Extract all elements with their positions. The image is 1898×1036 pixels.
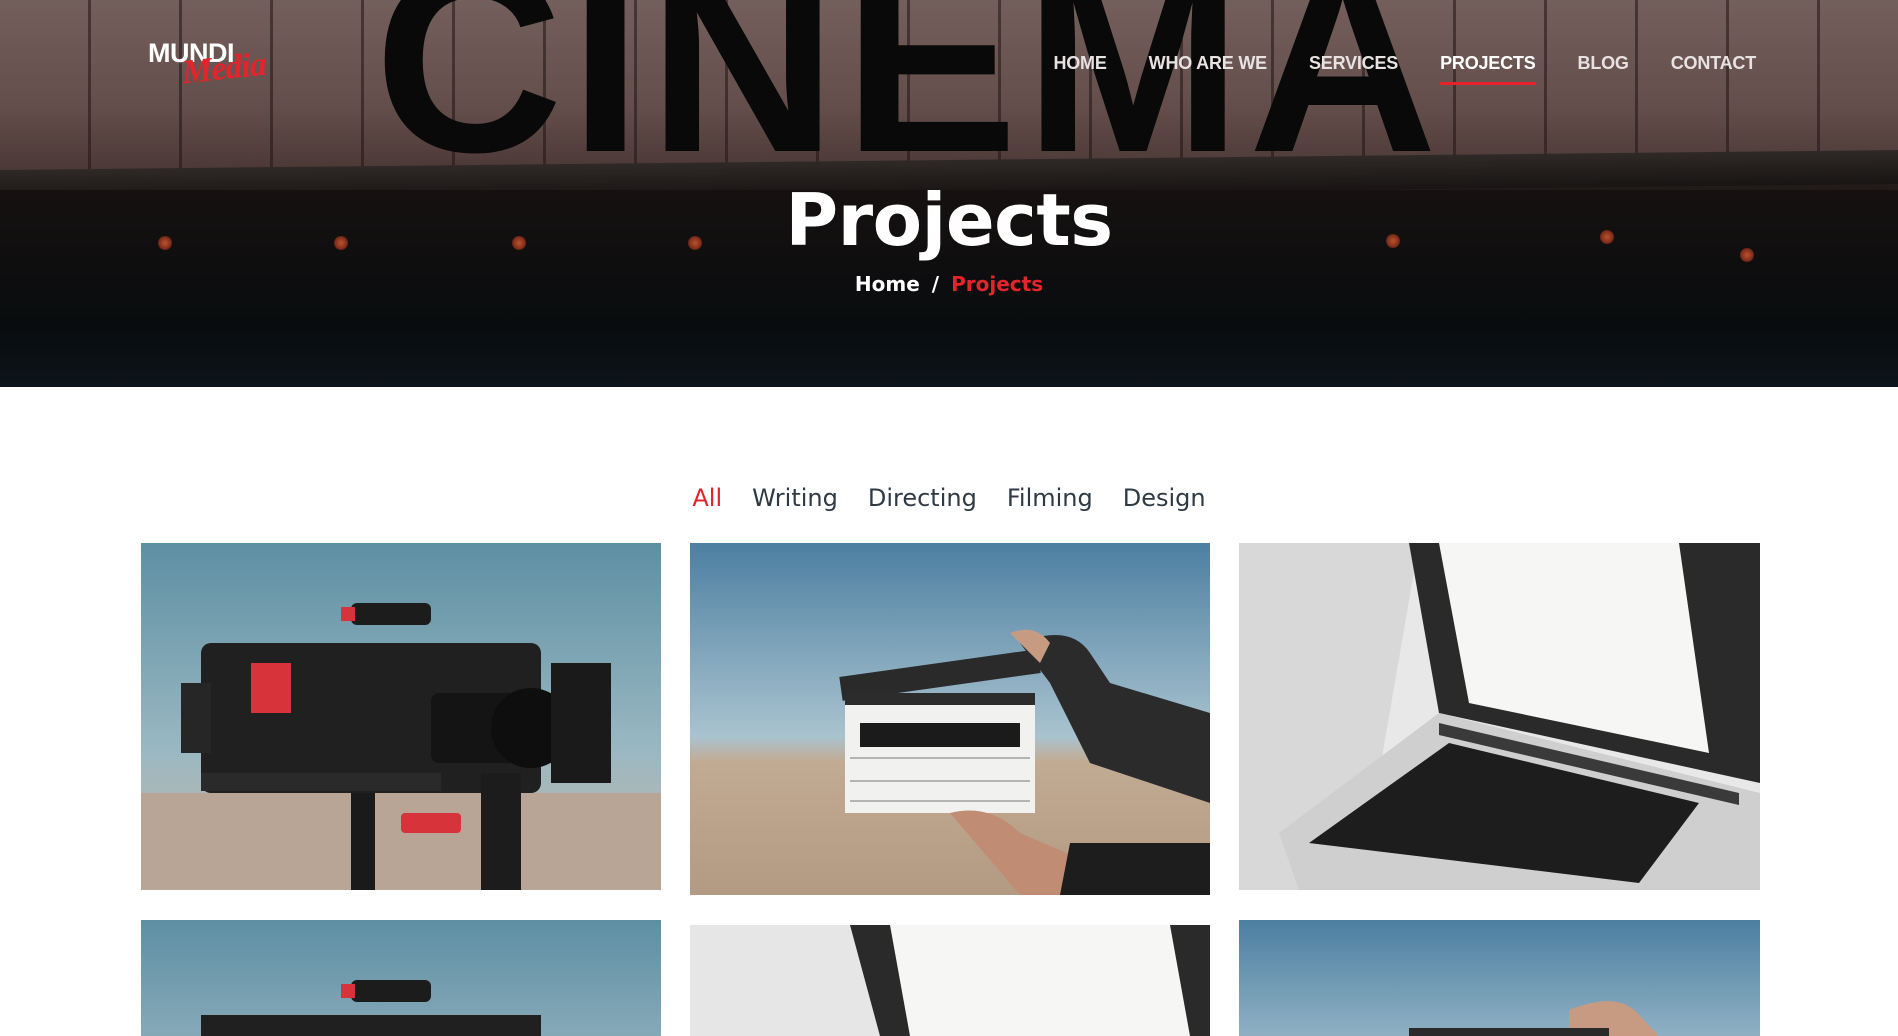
filter-design[interactable]: Design [1123,484,1206,512]
breadcrumb-separator: / [931,272,940,296]
laptop-document-image [1239,543,1760,890]
project-card-clapperboard[interactable] [690,543,1210,895]
film-camera-rig-image [141,920,661,1036]
laptop-document-image [690,925,1210,1036]
filter-directing[interactable]: Directing [868,484,977,512]
nav-services[interactable]: SERVICES [1309,53,1398,74]
nav-who-are-we[interactable]: WHO ARE WE [1149,53,1268,74]
film-camera-rig-image [141,543,661,890]
nav-home[interactable]: HOME [1053,53,1106,74]
project-card-laptop-2[interactable] [690,925,1210,1036]
breadcrumb-current: Projects [951,272,1044,296]
project-card-laptop[interactable] [1239,543,1760,890]
filter-filming[interactable]: Filming [1007,484,1093,512]
project-card-camera-2[interactable] [141,920,661,1036]
clapperboard-image [690,543,1210,895]
logo-media-script: Media [180,45,268,92]
nav-projects[interactable]: PROJECTS [1440,53,1536,85]
breadcrumb-home-link[interactable]: Home [855,272,920,296]
main-navigation: HOME WHO ARE WE SERVICES PROJECTS BLOG C… [1011,53,1756,85]
project-card-camera[interactable] [141,543,661,890]
nav-contact[interactable]: CONTACT [1671,53,1756,74]
filter-writing[interactable]: Writing [752,484,838,512]
project-card-clapperboard-2[interactable] [1239,920,1760,1036]
breadcrumb: Home / Projects [0,272,1898,296]
hero-banner: CINEMA MUNDI Media HOME WHO ARE WE SERVI… [0,0,1898,387]
filter-all[interactable]: All [692,484,722,512]
project-filter-bar: All Writing Directing Filming Design [0,484,1898,512]
brand-logo[interactable]: MUNDI Media [148,38,308,92]
clapperboard-image [1239,920,1760,1036]
page-title: Projects [785,178,1113,262]
nav-blog[interactable]: BLOG [1578,53,1629,74]
